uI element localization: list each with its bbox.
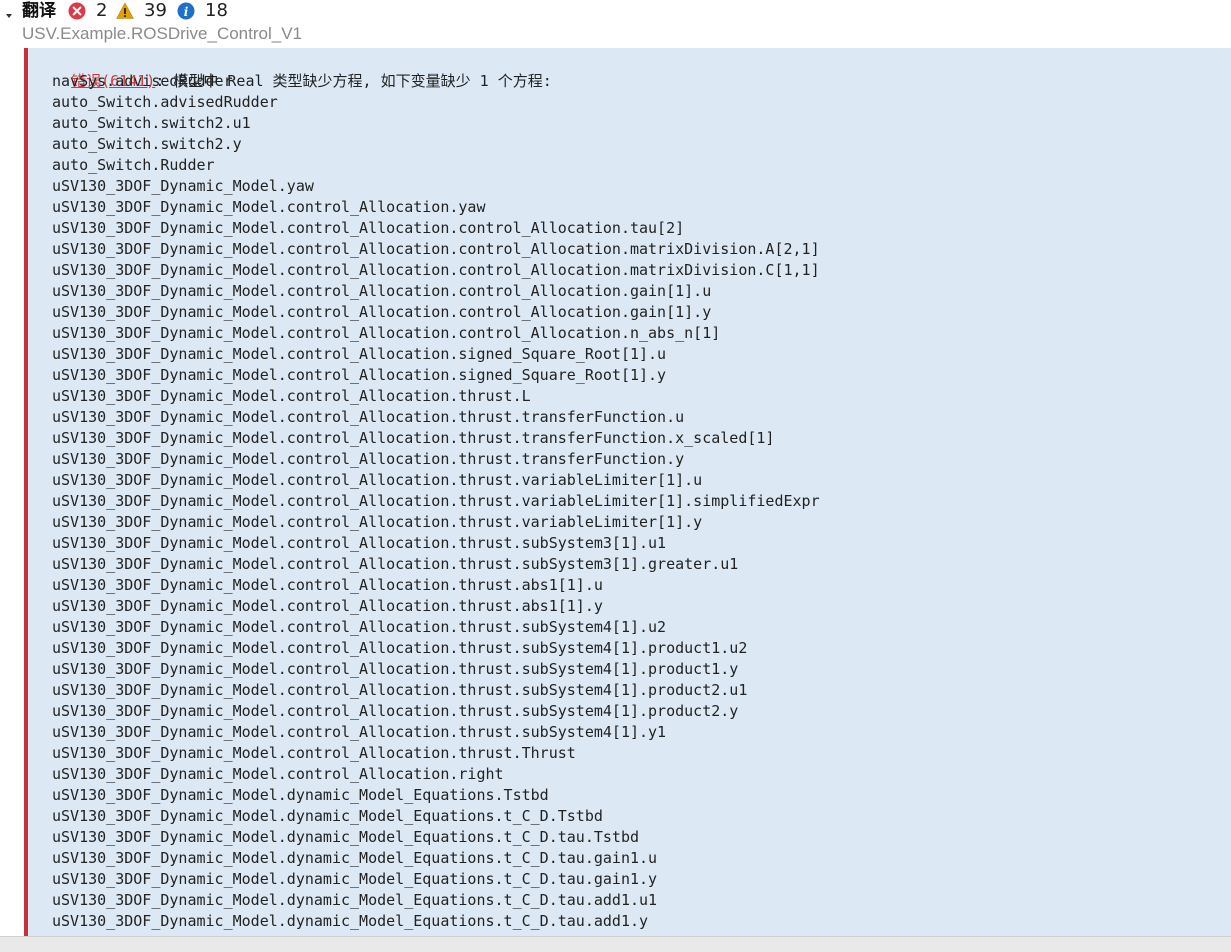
- variable-item: uSV130_3DOF_Dynamic_Model.control_Alloca…: [52, 534, 667, 552]
- variable-item: uSV130_3DOF_Dynamic_Model.dynamic_Model_…: [52, 849, 658, 867]
- variable-item: uSV130_3DOF_Dynamic_Model.control_Alloca…: [52, 597, 603, 615]
- error-message-line: 错误(6141): 模型中 Real 类型缺少方程, 如下变量缺少 1 个方程:: [35, 50, 552, 90]
- variable-item: uSV130_3DOF_Dynamic_Model.control_Alloca…: [52, 366, 667, 384]
- variable-item: uSV130_3DOF_Dynamic_Model.dynamic_Model_…: [52, 828, 639, 846]
- variable-item: uSV130_3DOF_Dynamic_Model.control_Alloca…: [52, 408, 685, 426]
- variable-item: uSV130_3DOF_Dynamic_Model.control_Alloca…: [52, 639, 748, 657]
- horizontal-scrollbar[interactable]: [0, 936, 1231, 952]
- variable-item: uSV130_3DOF_Dynamic_Model.control_Alloca…: [52, 450, 685, 468]
- variable-item: uSV130_3DOF_Dynamic_Model.dynamic_Model_…: [52, 807, 603, 825]
- variable-item: uSV130_3DOF_Dynamic_Model.control_Alloca…: [52, 555, 739, 573]
- variable-item: uSV130_3DOF_Dynamic_Model.control_Alloca…: [52, 387, 531, 405]
- variable-item: auto_Switch.Rudder: [52, 156, 215, 174]
- variable-item: auto_Switch.switch2.y: [52, 135, 242, 153]
- variable-item: uSV130_3DOF_Dynamic_Model.control_Alloca…: [52, 576, 603, 594]
- variable-item: uSV130_3DOF_Dynamic_Model.control_Alloca…: [52, 492, 820, 510]
- message-panel: 错误(6141): 模型中 Real 类型缺少方程, 如下变量缺少 1 个方程:…: [24, 48, 1231, 936]
- variable-item: uSV130_3DOF_Dynamic_Model.control_Alloca…: [52, 303, 712, 321]
- variable-item: uSV130_3DOF_Dynamic_Model.control_Alloca…: [52, 429, 775, 447]
- variable-item: auto_Switch.advisedRudder: [52, 93, 278, 111]
- error-count: 2: [96, 0, 108, 21]
- model-path: USV.Example.ROSDrive_Control_V1: [22, 24, 302, 43]
- warning-count: 39: [144, 0, 167, 21]
- variable-item: uSV130_3DOF_Dynamic_Model.control_Alloca…: [52, 660, 739, 678]
- variable-item: uSV130_3DOF_Dynamic_Model.control_Alloca…: [52, 723, 667, 741]
- variable-item: auto_Switch.switch2.u1: [52, 114, 251, 132]
- warning-icon: [116, 2, 134, 19]
- variable-item: navSys.advisedRudder: [52, 72, 233, 90]
- variable-item: uSV130_3DOF_Dynamic_Model.control_Alloca…: [52, 471, 703, 489]
- variable-item: uSV130_3DOF_Dynamic_Model.control_Alloca…: [52, 219, 685, 237]
- variable-item: uSV130_3DOF_Dynamic_Model.dynamic_Model_…: [52, 912, 649, 930]
- variable-item: uSV130_3DOF_Dynamic_Model.yaw: [52, 177, 314, 195]
- variable-item: uSV130_3DOF_Dynamic_Model.control_Alloca…: [52, 198, 486, 216]
- error-icon: [68, 2, 86, 20]
- variable-item: uSV130_3DOF_Dynamic_Model.control_Alloca…: [52, 513, 703, 531]
- variable-item: uSV130_3DOF_Dynamic_Model.dynamic_Model_…: [52, 870, 658, 888]
- variable-item: uSV130_3DOF_Dynamic_Model.control_Alloca…: [52, 681, 748, 699]
- variable-item: uSV130_3DOF_Dynamic_Model.dynamic_Model_…: [52, 786, 549, 804]
- variable-item: uSV130_3DOF_Dynamic_Model.control_Alloca…: [52, 744, 576, 762]
- variable-item: uSV130_3DOF_Dynamic_Model.control_Alloca…: [52, 702, 739, 720]
- variable-item: uSV130_3DOF_Dynamic_Model.control_Alloca…: [52, 282, 712, 300]
- variable-item: uSV130_3DOF_Dynamic_Model.dynamic_Model_…: [52, 891, 658, 909]
- variable-item: uSV130_3DOF_Dynamic_Model.control_Alloca…: [52, 345, 667, 363]
- panel-title: 翻译: [22, 1, 56, 21]
- message-header: 翻译 2 39 i 18: [0, 0, 1231, 22]
- variable-item: uSV130_3DOF_Dynamic_Model.control_Alloca…: [52, 618, 667, 636]
- variable-item: uSV130_3DOF_Dynamic_Model.control_Alloca…: [52, 324, 721, 342]
- chevron-down-icon[interactable]: [6, 14, 12, 18]
- variable-item: uSV130_3DOF_Dynamic_Model.control_Alloca…: [52, 765, 504, 783]
- info-count: 18: [205, 0, 228, 21]
- variable-item: uSV130_3DOF_Dynamic_Model.control_Alloca…: [52, 261, 820, 279]
- info-icon: i: [177, 2, 195, 20]
- variable-item: uSV130_3DOF_Dynamic_Model.control_Alloca…: [52, 240, 820, 258]
- svg-text:i: i: [184, 5, 189, 19]
